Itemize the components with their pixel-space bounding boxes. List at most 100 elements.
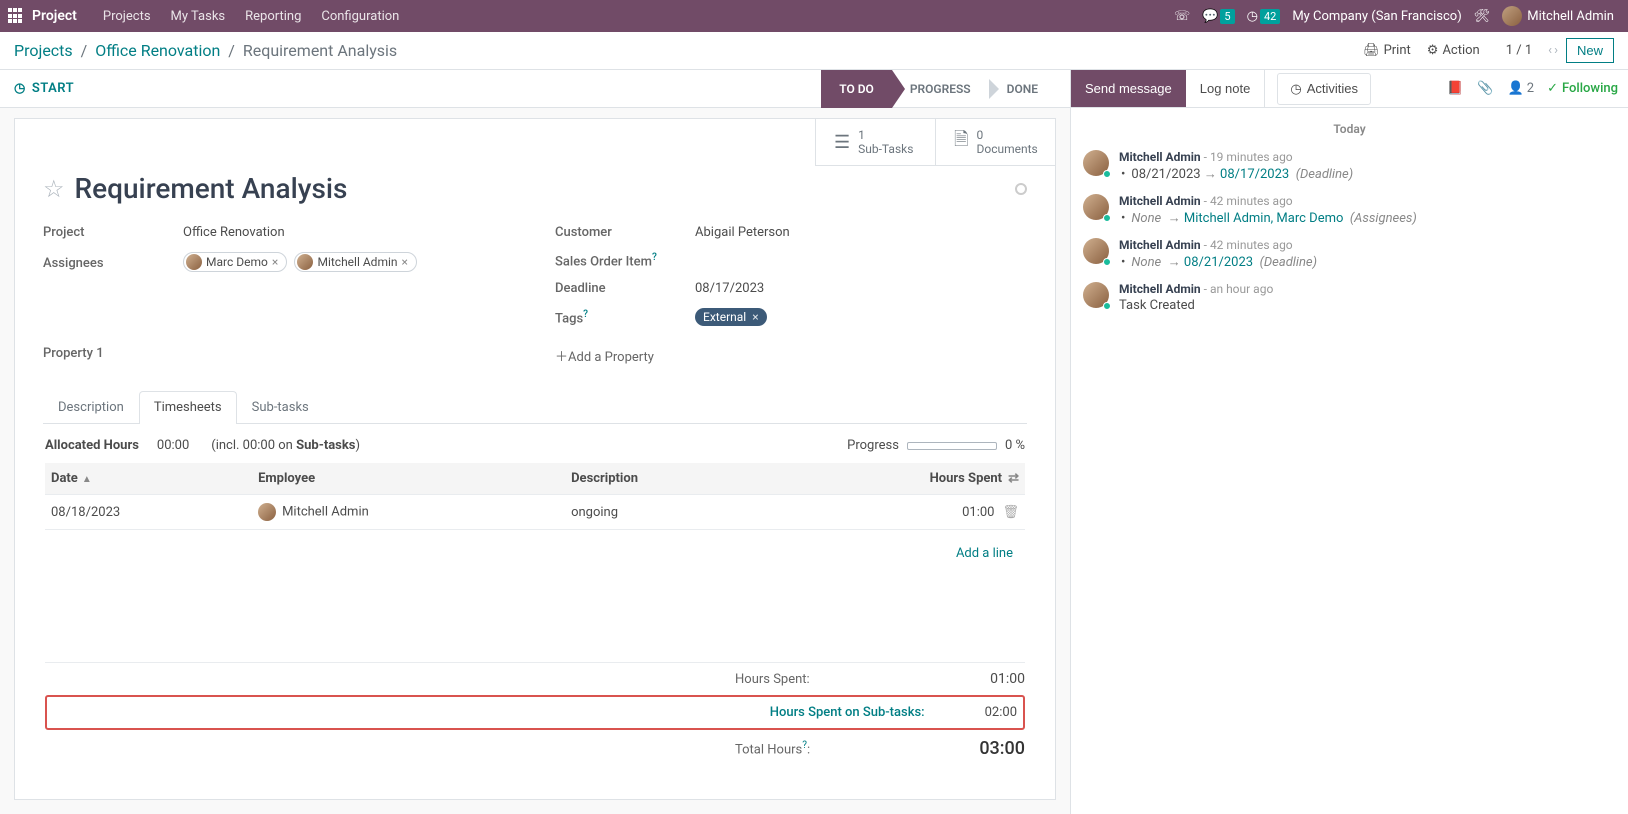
- cell-hours[interactable]: 01:00🗑: [766, 495, 1025, 530]
- star-icon[interactable]: ☆: [43, 175, 65, 203]
- log-link[interactable]: 08/17/2023: [1220, 167, 1289, 182]
- cell-employee[interactable]: Mitchell Admin: [252, 495, 565, 530]
- following-button[interactable]: ✓Following: [1547, 81, 1618, 96]
- stat-subtasks[interactable]: ☰ 1 Sub-Tasks: [815, 119, 935, 166]
- label-customer: Customer: [555, 225, 695, 240]
- presence-icon: [1103, 170, 1111, 178]
- chat-icon[interactable]: 💬5: [1202, 9, 1234, 24]
- kanban-state[interactable]: [1015, 183, 1027, 195]
- log-today-separator: Today: [1083, 114, 1616, 144]
- voip-icon[interactable]: ☏: [1174, 9, 1190, 24]
- swap-icon[interactable]: ⇄: [1008, 471, 1019, 486]
- followers-count[interactable]: 👤2: [1508, 81, 1535, 96]
- gear-icon: ⚙: [1427, 43, 1439, 58]
- col-hours[interactable]: Hours Spent⇄: [766, 463, 1025, 495]
- add-property-button[interactable]: ＋Add a Property: [555, 346, 654, 365]
- debug-icon[interactable]: 🛠: [1474, 9, 1491, 24]
- label-project: Project: [43, 225, 183, 240]
- tag-chip[interactable]: External×: [695, 308, 767, 326]
- start-button[interactable]: ◷ START: [14, 81, 74, 96]
- app-brand[interactable]: Project: [32, 8, 77, 24]
- record-title[interactable]: Requirement Analysis: [75, 172, 1005, 205]
- sub-hours-label[interactable]: Hours Spent on Sub-tasks:: [770, 705, 925, 720]
- col-date[interactable]: Date▲: [45, 463, 252, 495]
- log-entry: Mitchell Admin - an hour ago Task Create…: [1083, 276, 1616, 319]
- allocated-hours-label: Allocated Hours: [45, 438, 139, 453]
- tab-subtasks[interactable]: Sub-tasks: [237, 391, 324, 423]
- book-icon[interactable]: 📕: [1447, 81, 1463, 96]
- log-entry: Mitchell Admin - 42 minutes ago •None → …: [1083, 232, 1616, 276]
- nav-projects[interactable]: Projects: [93, 9, 161, 24]
- breadcrumb: Projects / Office Renovation / Requireme…: [14, 41, 397, 60]
- docs-count: 0: [976, 128, 1037, 142]
- stat-documents[interactable]: 🗎 0 Documents: [935, 119, 1055, 166]
- col-employee[interactable]: Employee: [252, 463, 565, 495]
- clock-icon[interactable]: ◷42: [1247, 9, 1281, 24]
- stage-progress[interactable]: PROGRESS: [892, 70, 989, 108]
- log-entry: Mitchell Admin - 19 minutes ago •08/21/2…: [1083, 144, 1616, 188]
- field-deadline[interactable]: 08/17/2023: [695, 281, 1027, 296]
- subtasks-count: 1: [858, 128, 913, 142]
- field-customer[interactable]: Abigail Peterson: [695, 225, 1027, 240]
- presence-icon: [1103, 214, 1111, 222]
- table-row[interactable]: 08/18/2023 Mitchell Admin ongoing 01:00🗑: [45, 495, 1025, 530]
- attachment-icon[interactable]: 📎: [1477, 81, 1493, 96]
- field-assignees[interactable]: Marc Demo× Mitchell Admin×: [183, 252, 515, 274]
- pager: 1 / 1: [1506, 43, 1532, 58]
- subtasks-label: Sub-Tasks: [858, 142, 913, 156]
- document-icon: 🗎: [954, 127, 968, 157]
- progress-bar: [907, 442, 997, 450]
- pager-prev[interactable]: ‹: [1548, 43, 1552, 58]
- stage-todo[interactable]: TO DO: [821, 70, 892, 108]
- new-button[interactable]: New: [1566, 38, 1614, 63]
- tasks-icon: ☰: [834, 132, 850, 153]
- user-menu[interactable]: Mitchell Admin: [1502, 6, 1614, 26]
- nav-mytasks[interactable]: My Tasks: [161, 9, 236, 24]
- company-switcher[interactable]: My Company (San Francisco): [1292, 9, 1461, 24]
- col-description[interactable]: Description: [565, 463, 766, 495]
- nav-configuration[interactable]: Configuration: [311, 9, 409, 24]
- user-icon: 👤: [1508, 81, 1524, 96]
- action-button[interactable]: ⚙Action: [1427, 43, 1480, 58]
- hours-spent-label: Hours Spent:: [735, 672, 905, 687]
- assignee-chip[interactable]: Mitchell Admin×: [294, 252, 416, 272]
- field-project[interactable]: Office Renovation: [183, 225, 515, 240]
- stage-done[interactable]: DONE: [989, 70, 1056, 108]
- presence-icon: [1103, 258, 1111, 266]
- field-tags[interactable]: External×: [695, 308, 1027, 326]
- pager-next[interactable]: ›: [1554, 43, 1558, 58]
- check-icon: ✓: [1547, 81, 1558, 96]
- crumb-current: Requirement Analysis: [243, 41, 397, 60]
- delete-icon[interactable]: 🗑: [1002, 505, 1019, 520]
- tab-timesheets[interactable]: Timesheets: [139, 391, 237, 424]
- plus-icon: ＋: [555, 350, 568, 365]
- print-button[interactable]: 🖨Print: [1363, 43, 1411, 58]
- assignee-chip[interactable]: Marc Demo×: [183, 252, 287, 272]
- allocated-hours-value[interactable]: 00:00: [157, 438, 189, 453]
- add-line-button[interactable]: Add a line: [950, 538, 1019, 569]
- clock-badge: 42: [1260, 9, 1280, 24]
- log-link[interactable]: 08/21/2023: [1184, 255, 1253, 270]
- remove-icon[interactable]: ×: [402, 255, 408, 269]
- presence-icon: [1103, 302, 1111, 310]
- apps-icon[interactable]: [8, 8, 24, 24]
- nav-reporting[interactable]: Reporting: [235, 9, 311, 24]
- cell-date[interactable]: 08/18/2023: [45, 495, 252, 530]
- tab-description[interactable]: Description: [43, 391, 139, 423]
- remove-icon[interactable]: ×: [272, 255, 278, 269]
- print-icon: 🖨: [1363, 43, 1380, 58]
- stage-pipeline: TO DO PROGRESS DONE: [821, 70, 1056, 108]
- cell-description[interactable]: ongoing: [565, 495, 766, 530]
- chat-badge: 5: [1220, 9, 1234, 24]
- total-hours-value: 03:00: [965, 738, 1025, 759]
- send-message-button[interactable]: Send message: [1071, 70, 1186, 107]
- crumb-office-renovation[interactable]: Office Renovation: [95, 41, 220, 60]
- allocated-incl: (incl. 00:00 on Sub-tasks): [211, 438, 360, 453]
- total-hours-label: Total Hours?:: [735, 740, 905, 757]
- log-note-button[interactable]: Log note: [1186, 70, 1266, 107]
- avatar-icon: [186, 254, 202, 270]
- crumb-projects[interactable]: Projects: [14, 41, 73, 60]
- remove-icon[interactable]: ×: [752, 310, 758, 324]
- activities-button[interactable]: ◷Activities: [1277, 73, 1371, 105]
- log-link[interactable]: Mitchell Admin, Marc Demo: [1184, 211, 1343, 226]
